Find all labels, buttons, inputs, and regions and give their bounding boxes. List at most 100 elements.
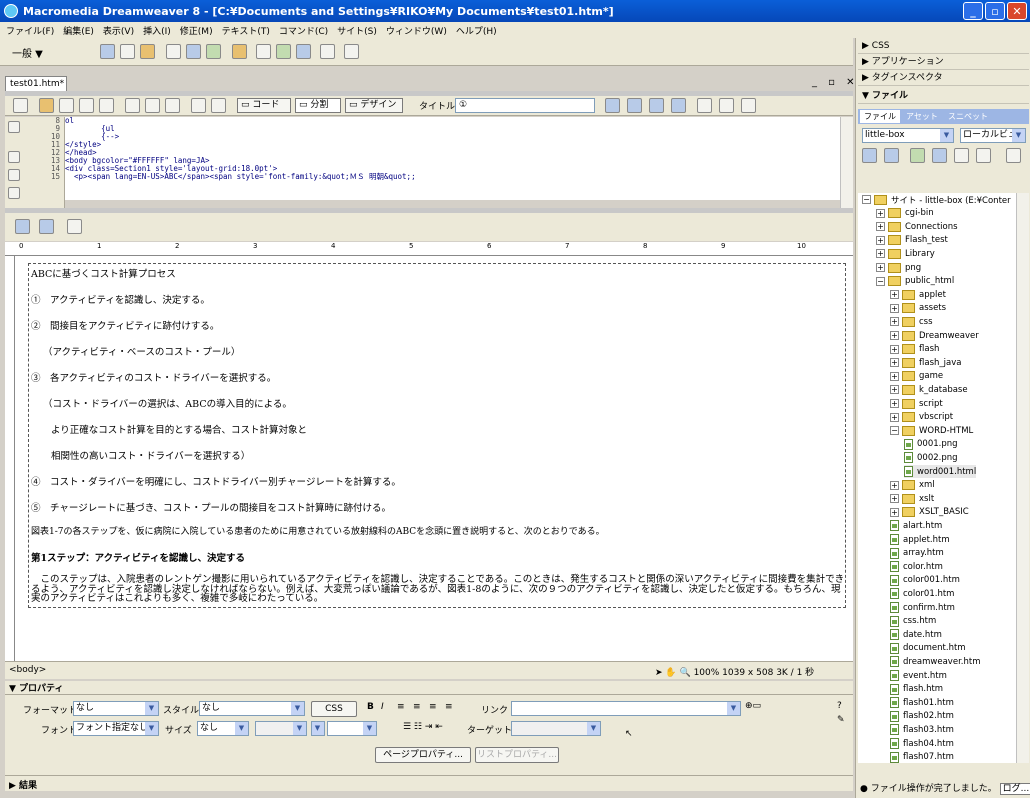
justify-icon[interactable]: ≡ — [445, 702, 453, 712]
log-button[interactable]: ログ... — [999, 783, 1030, 795]
results-panel-header[interactable]: ▶ 結果 — [5, 775, 853, 791]
folder-item[interactable]: − サイト - little-box (E:¥Conter — [862, 193, 1011, 206]
more-options-icon[interactable] — [8, 187, 20, 199]
menu-window[interactable]: ウィンドウ(W) — [386, 24, 447, 37]
expand-toggle-icon[interactable]: − — [862, 195, 871, 204]
copy-icon[interactable] — [145, 98, 160, 113]
expand-toggle-icon[interactable]: + — [876, 263, 885, 272]
layer-icon[interactable] — [186, 44, 201, 59]
expand-toggle-icon[interactable]: + — [890, 317, 899, 327]
open-documents-icon[interactable] — [8, 121, 20, 133]
style-select[interactable]: なし — [199, 701, 305, 716]
tab-snippets[interactable]: スニペット — [944, 110, 992, 123]
file-tree[interactable]: − サイト - little-box (E:¥Conter + cgi-bin + Con… — [858, 193, 1016, 763]
put-files-icon[interactable] — [932, 148, 947, 163]
menu-insert[interactable]: 挿入(I) — [143, 24, 171, 37]
title-input[interactable]: ① — [455, 98, 595, 113]
tag-inspector-panel-header[interactable]: ▶ タグインスペクタ — [858, 72, 1029, 86]
file-item[interactable]: flash01.htm — [890, 696, 954, 709]
code-editor[interactable]: ol {ul {--> </style> </head> <body bgcol… — [65, 117, 840, 200]
file-item[interactable]: flash02.htm — [890, 710, 954, 723]
folder-item[interactable]: + png — [876, 261, 921, 274]
file-tree-scrollbar[interactable] — [1016, 193, 1029, 763]
format-select[interactable]: なし — [73, 701, 159, 716]
check-in-icon[interactable] — [976, 148, 991, 163]
folder-item[interactable]: + game — [890, 370, 943, 383]
get-files-icon[interactable] — [910, 148, 925, 163]
folder-item[interactable]: + flash — [890, 343, 939, 356]
folder-item[interactable]: + assets — [890, 302, 946, 315]
application-panel-header[interactable]: ▶ アプリケーション — [858, 56, 1029, 70]
expand-toggle-icon[interactable]: − — [876, 276, 885, 286]
file-item[interactable]: color.htm — [890, 560, 943, 573]
hand-tool-icon[interactable]: ✋ — [665, 668, 679, 678]
expand-toggle-icon[interactable]: + — [890, 507, 899, 517]
expand-toggle-icon[interactable]: + — [890, 344, 899, 354]
email-link-icon[interactable] — [120, 44, 135, 59]
expand-toggle-icon[interactable]: − — [890, 426, 899, 436]
tag-selector[interactable]: <body> — [9, 665, 46, 675]
undo-icon[interactable] — [191, 98, 206, 113]
file-item[interactable]: css.htm — [890, 615, 936, 628]
expand-toggle-icon[interactable]: + — [876, 222, 885, 232]
file-item[interactable]: array.htm — [890, 547, 944, 560]
view-options-icon[interactable] — [719, 98, 734, 113]
folder-item[interactable]: + XSLT_BASIC — [890, 506, 969, 519]
paragraph-heading[interactable]: 第1ステップ：アクティビティを認識し、決定する — [31, 550, 245, 564]
maximize-button[interactable]: ▫ — [985, 2, 1005, 20]
expand-toggle-icon[interactable]: + — [890, 371, 899, 381]
file-item[interactable]: 0002.png — [904, 451, 958, 464]
text-color-swatch[interactable] — [311, 721, 325, 736]
folder-item[interactable]: + Library — [876, 247, 935, 260]
new-document-icon[interactable] — [13, 98, 28, 113]
expand-toggle-icon[interactable]: + — [876, 208, 885, 218]
paragraph[interactable]: ① アクティビティを認識し、決定する。 — [31, 292, 210, 306]
redo-icon[interactable] — [211, 98, 226, 113]
folder-item[interactable]: + flash_java — [890, 356, 961, 369]
expand-toggle-icon[interactable]: + — [890, 358, 899, 368]
menu-help[interactable]: ヘルプ(H) — [456, 24, 497, 37]
table-icon[interactable] — [166, 44, 181, 59]
file-item[interactable]: flash.htm — [890, 683, 943, 696]
minimize-button[interactable]: _ — [963, 2, 983, 20]
template-icon[interactable] — [296, 44, 311, 59]
open-icon[interactable] — [39, 98, 54, 113]
file-item[interactable]: date.htm — [890, 628, 942, 641]
file-item[interactable]: flash04.htm — [890, 737, 954, 750]
file-item[interactable]: dreamweaver.htm — [890, 655, 981, 668]
target-select[interactable] — [511, 721, 601, 736]
check-out-icon[interactable] — [954, 148, 969, 163]
align-center-icon[interactable]: ≡ — [413, 702, 421, 712]
zoom-tool-icon[interactable]: 🔍 — [679, 668, 693, 678]
expand-toggle-icon[interactable]: + — [890, 494, 899, 504]
named-anchor-icon[interactable] — [140, 44, 155, 59]
cut-icon[interactable] — [125, 98, 140, 113]
collapse-icon[interactable] — [8, 151, 20, 163]
select-tool-icon[interactable]: ➤ — [655, 668, 665, 678]
save-all-icon[interactable] — [79, 98, 94, 113]
code-view-button[interactable]: ▭ コード — [237, 98, 291, 113]
expand-toggle-icon[interactable]: + — [876, 249, 885, 259]
folder-item[interactable]: + xml — [890, 479, 935, 492]
script-icon[interactable] — [344, 44, 359, 59]
folder-item[interactable]: + k_database — [890, 383, 968, 396]
paragraph[interactable]: ② 間接目をアクティビティに跡付けする。 — [31, 318, 219, 332]
document-tab[interactable]: test01.htm* — [5, 76, 67, 92]
file-item[interactable]: alart.htm — [890, 519, 942, 532]
browser-check-icon[interactable] — [671, 98, 686, 113]
paragraph[interactable]: ④ コスト・ダライバーを明確にし、コストドライバー別チャージレートを計算する。 — [31, 474, 401, 488]
save-icon[interactable] — [59, 98, 74, 113]
file-item[interactable]: flash03.htm — [890, 723, 954, 736]
folder-item[interactable]: − public_html — [876, 275, 954, 288]
layout-table-icon[interactable] — [15, 219, 30, 234]
menu-modify[interactable]: 修正(M) — [180, 24, 213, 37]
point-to-file-icon[interactable]: ⊕▭ — [745, 701, 761, 711]
file-item[interactable]: flash07.htm — [890, 751, 954, 763]
expand-toggle-icon[interactable]: + — [890, 303, 899, 313]
quick-tag-editor-icon[interactable]: ✎ — [837, 715, 845, 725]
expand-toggle-icon[interactable]: + — [890, 412, 899, 422]
media-icon[interactable] — [232, 44, 247, 59]
menu-file[interactable]: ファイル(F) — [6, 24, 54, 37]
bold-button[interactable]: B — [367, 702, 374, 712]
preview-icon[interactable] — [649, 98, 664, 113]
